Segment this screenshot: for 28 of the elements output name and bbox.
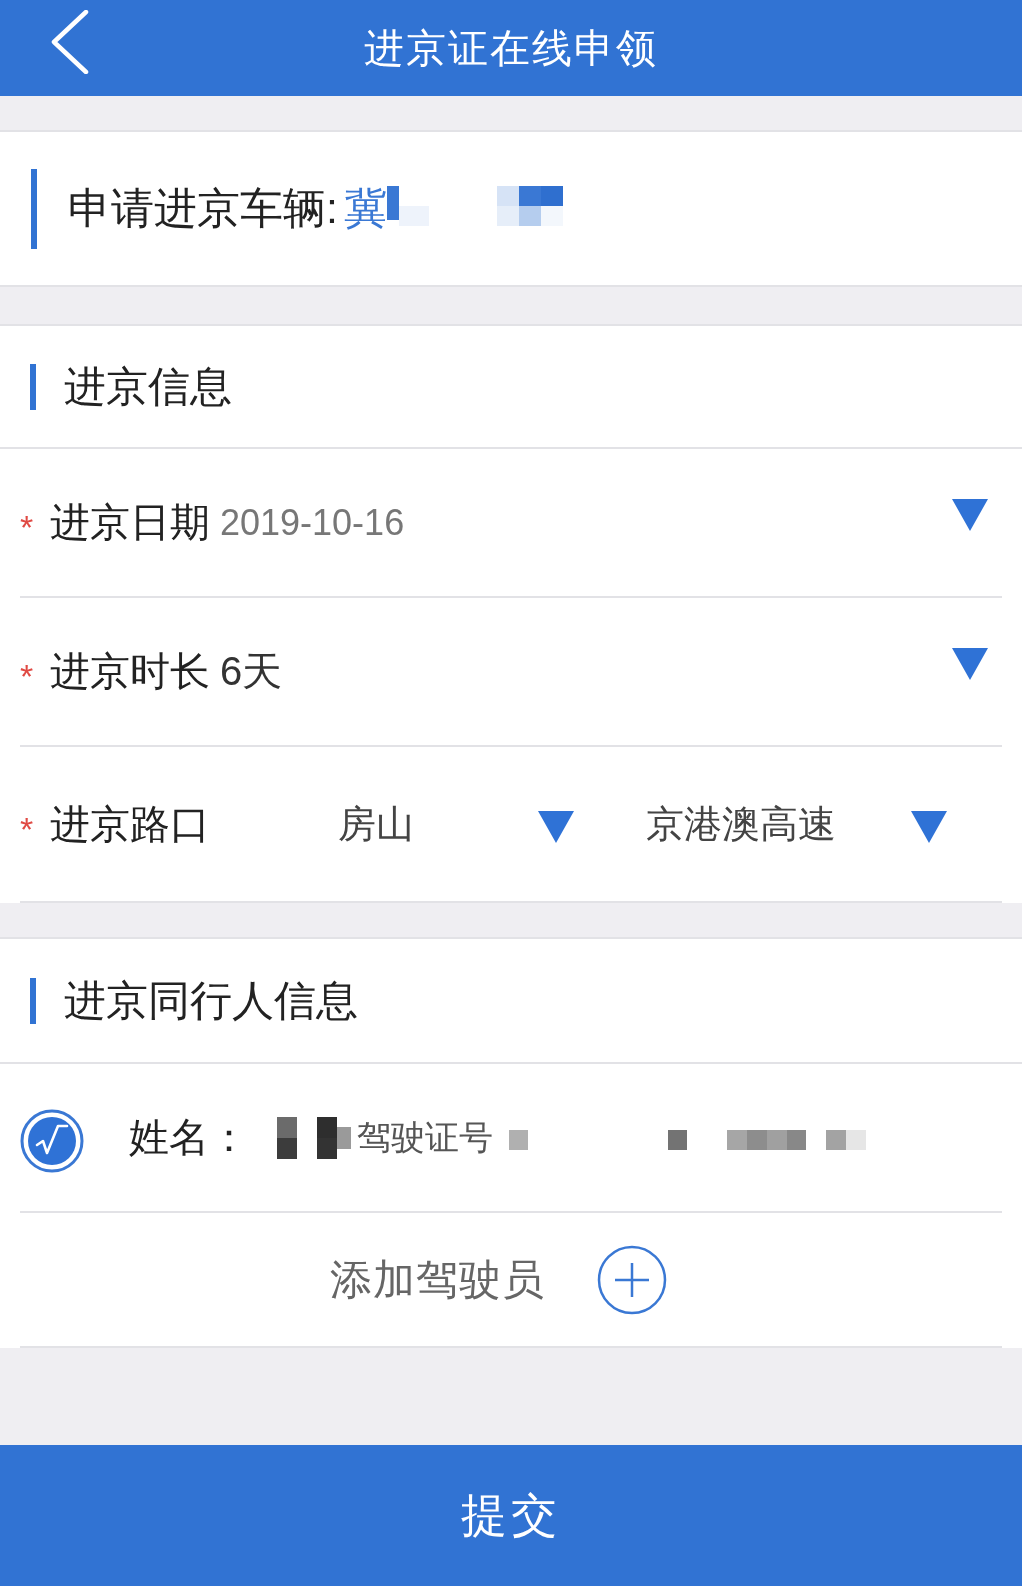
dropdown-icon[interactable]: [952, 498, 988, 531]
accent-bar: [30, 363, 36, 410]
dropdown-icon[interactable]: [952, 647, 988, 680]
required-mark: *: [20, 508, 35, 547]
field-value: 京港澳高速: [646, 801, 837, 847]
dropdown-icon[interactable]: [538, 811, 574, 843]
back-icon: [50, 10, 90, 74]
field-label: 进京日期: [50, 499, 210, 546]
vehicle-label: 申请进京车辆:: [68, 182, 338, 234]
add-driver-button[interactable]: 添加驾驶员: [330, 1244, 667, 1315]
dropdown-icon[interactable]: [911, 811, 947, 843]
field-label: 进京路口: [50, 800, 210, 848]
required-mark: *: [20, 657, 35, 696]
plate-number: 冀: [343, 182, 387, 234]
field-value: 6天: [220, 648, 283, 695]
field-value: 房山: [338, 801, 415, 847]
field-value: 2019-10-16: [220, 501, 405, 544]
license-label: 驾驶证号: [357, 1116, 493, 1158]
section-title: 进京信息: [64, 361, 232, 412]
required-mark: *: [20, 809, 35, 849]
page-title: 进京证在线申领: [364, 24, 658, 72]
checkbox-icon[interactable]: [20, 1108, 84, 1173]
accent-bar: [30, 977, 36, 1024]
name-label: 姓名：: [129, 1114, 249, 1161]
submit-button[interactable]: 提交: [0, 1445, 1022, 1586]
section-title: 进京同行人信息: [64, 975, 358, 1026]
field-label: 进京时长: [50, 648, 210, 695]
add-icon: [597, 1244, 667, 1315]
